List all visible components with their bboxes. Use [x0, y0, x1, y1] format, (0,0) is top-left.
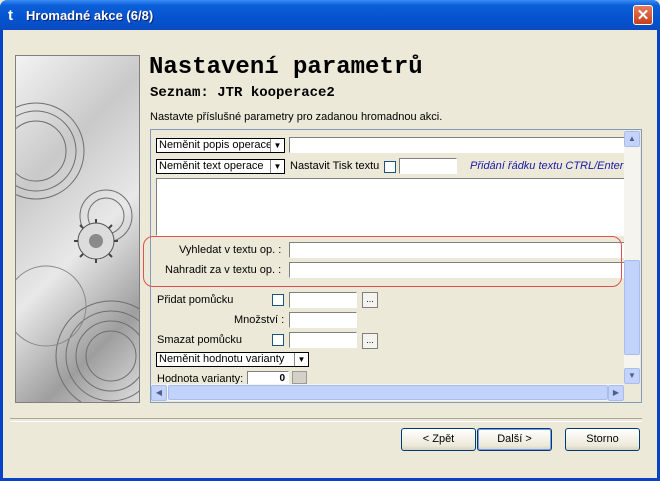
horizontal-scrollbar[interactable]: ◀ ▶ [151, 384, 624, 401]
variant-spin-button[interactable] [292, 371, 307, 384]
add-tool-browse-button[interactable]: ... [362, 292, 378, 308]
quantity-label: Množství : [234, 314, 285, 326]
print-text-input[interactable] [399, 158, 457, 174]
page-title: Nastavení parametrů [149, 54, 423, 81]
window-frame-left [0, 30, 3, 481]
scroll-up-icon[interactable]: ▲ [624, 131, 640, 147]
op-text-area[interactable] [156, 178, 625, 236]
remove-tool-input[interactable] [289, 332, 357, 348]
remove-tool-browse-button[interactable]: ... [362, 333, 378, 349]
print-text-checkbox[interactable] [384, 161, 396, 173]
scroll-left-icon[interactable]: ◀ [151, 385, 167, 401]
variant-combo-value: Neměnit hodnotu varianty [159, 353, 285, 365]
add-tool-input[interactable] [289, 292, 357, 308]
close-icon[interactable]: ✕ [633, 5, 653, 25]
separator [10, 418, 642, 422]
quantity-input[interactable] [289, 312, 357, 328]
window-title: Hromadné akce (6/8) [26, 8, 154, 23]
chevron-down-icon: ▼ [294, 353, 308, 366]
chevron-down-icon: ▼ [270, 139, 284, 152]
cancel-button[interactable]: Storno [565, 428, 640, 451]
horizontal-scroll-thumb[interactable] [168, 385, 608, 400]
op-description-input[interactable] [289, 137, 625, 153]
vertical-scroll-thumb[interactable] [624, 260, 640, 355]
op-text-combo[interactable]: Neměnit text operace ▼ [156, 159, 285, 174]
scroll-down-icon[interactable]: ▼ [624, 368, 640, 384]
app-icon: t [8, 7, 13, 24]
list-name: Seznam: JTR kooperace2 [150, 85, 335, 101]
next-button[interactable]: Další > [477, 428, 552, 451]
op-description-combo-value: Neměnit popis operace [159, 139, 273, 151]
vertical-scrollbar[interactable]: ▲ ▼ [624, 131, 640, 384]
chevron-down-icon: ▼ [270, 160, 284, 173]
remove-tool-label: Smazat pomůcku [157, 334, 242, 346]
add-line-hint: Přidání řádku textu CTRL/Enter [470, 160, 624, 172]
instruction-text: Nastavte příslušné parametry pro zadanou… [150, 111, 443, 123]
remove-tool-checkbox[interactable] [272, 334, 284, 346]
op-description-combo[interactable]: Neměnit popis operace ▼ [156, 138, 285, 153]
variant-combo[interactable]: Neměnit hodnotu varianty ▼ [156, 352, 309, 367]
scroll-right-icon[interactable]: ▶ [608, 385, 624, 401]
back-button[interactable]: < Zpět [401, 428, 476, 451]
gears-image [15, 55, 140, 403]
print-text-label: Nastavit Tisk textu [290, 160, 380, 172]
highlight-outline [143, 236, 622, 287]
op-text-combo-value: Neměnit text operace [159, 160, 264, 172]
add-tool-checkbox[interactable] [272, 294, 284, 306]
add-tool-label: Přidat pomůcku [157, 294, 234, 306]
